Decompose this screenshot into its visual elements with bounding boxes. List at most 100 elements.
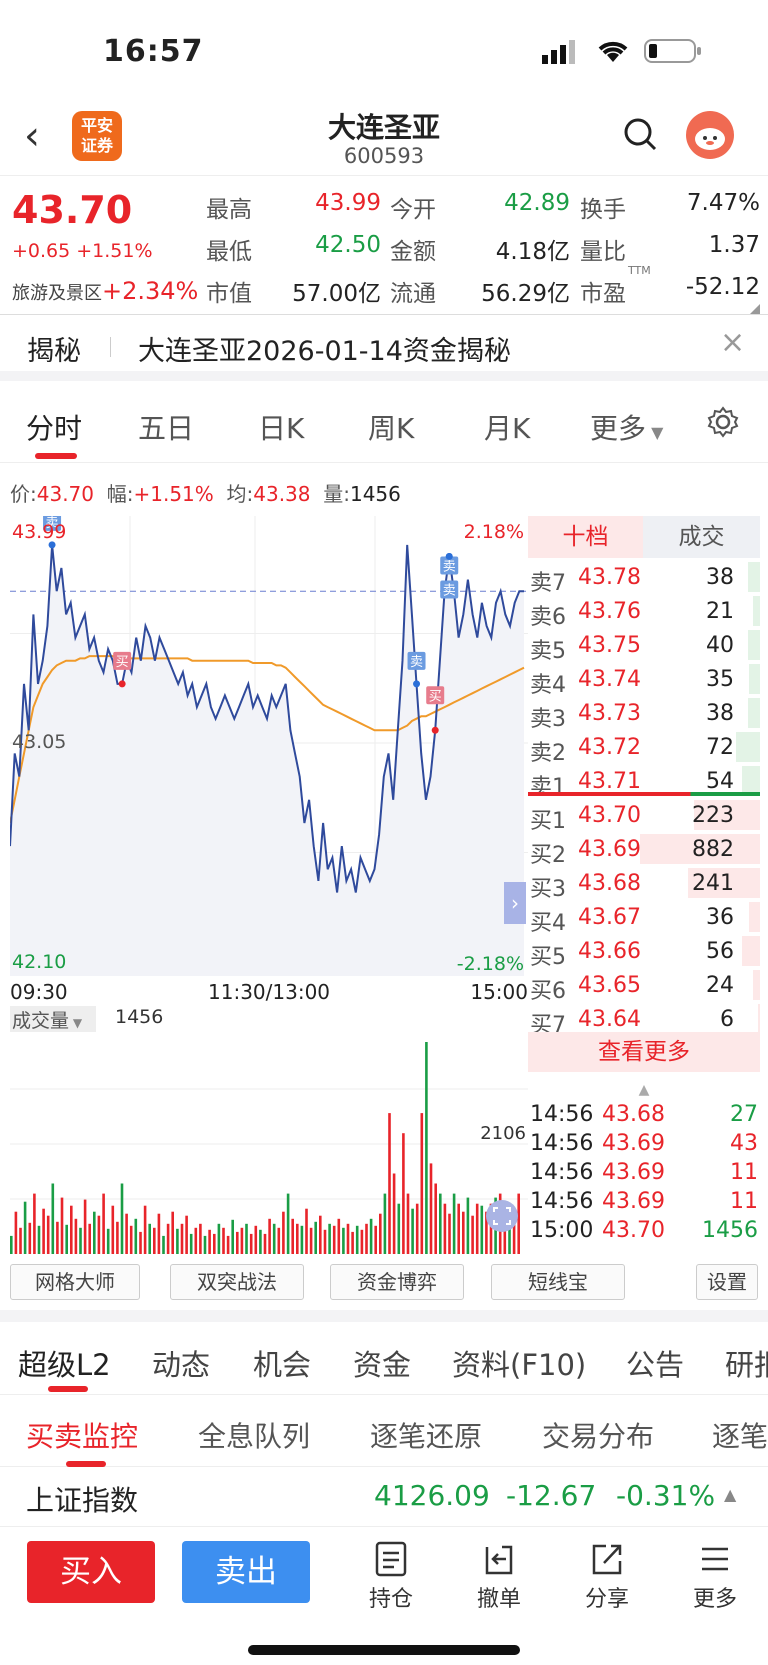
- ttm-label: TTM: [628, 264, 651, 277]
- tab-trade-monitor[interactable]: 买卖监控: [26, 1415, 138, 1455]
- quote-value: 43.99: [315, 190, 381, 216]
- quote-label: 换手: [580, 197, 626, 223]
- tab-more[interactable]: 更多 ▼: [590, 407, 663, 447]
- depth-bar: [736, 732, 760, 762]
- tab-daily-k[interactable]: 日K: [258, 407, 304, 447]
- trade-row: 14:56 43.69 11: [528, 1187, 760, 1216]
- bid-row[interactable]: 买2 43.69 882: [528, 832, 760, 868]
- tab-intraday[interactable]: 分时: [26, 407, 82, 447]
- volume-bar: [462, 1211, 465, 1254]
- ask-row[interactable]: 卖4 43.74 35: [528, 662, 760, 698]
- tab-underline: [48, 1386, 88, 1392]
- index-ticker[interactable]: 上证指数 4126.09 -12.67 -0.31% ▲: [0, 1467, 768, 1527]
- bid-row[interactable]: 买6 43.65 24: [528, 968, 760, 1004]
- intraday-chart[interactable]: 卖买 卖卖卖买43.9943.0542.102.18%-2.18%›: [10, 516, 528, 976]
- depth-bar: [752, 970, 760, 1000]
- tab-f10[interactable]: 资料(F10): [452, 1342, 586, 1384]
- view-more-button[interactable]: 查看更多: [528, 1032, 760, 1072]
- share-button[interactable]: 分享: [567, 1541, 647, 1613]
- ask-row[interactable]: 卖2 43.72 72: [528, 730, 760, 766]
- clock: 16:57: [103, 34, 204, 69]
- bid-row[interactable]: 买1 43.70 223: [528, 798, 760, 834]
- tab-tick[interactable]: 逐笔: [712, 1415, 768, 1455]
- volume-bar: [42, 1208, 45, 1254]
- short-line-button[interactable]: 短线宝: [491, 1264, 625, 1300]
- expand-panel-arrow[interactable]: ›: [504, 882, 526, 924]
- tab-monthly-k[interactable]: 月K: [484, 407, 530, 447]
- volume-bar: [272, 1223, 276, 1254]
- depth-bar: [757, 1004, 760, 1034]
- orderbook-tab-trades[interactable]: 成交: [643, 516, 760, 558]
- sector-info[interactable]: 旅游及景区+2.34%: [12, 277, 198, 305]
- settings-button[interactable]: 设置: [696, 1264, 758, 1300]
- quote-label: 金额: [390, 239, 436, 265]
- tab-opportunity[interactable]: 机会: [253, 1342, 311, 1384]
- tab-queue[interactable]: 全息队列: [198, 1415, 310, 1455]
- ask-row[interactable]: 卖7 43.78 38: [528, 560, 760, 596]
- tab-research[interactable]: 研报: [725, 1342, 768, 1384]
- orderbook-price: 43.69: [578, 837, 641, 862]
- search-icon[interactable]: [622, 116, 658, 152]
- double-breakout-button[interactable]: 双突战法: [170, 1264, 304, 1300]
- fund-game-button[interactable]: 资金博弈: [330, 1264, 464, 1300]
- cancel-order-button[interactable]: 撤单: [459, 1541, 539, 1613]
- tab-weekly-k[interactable]: 周K: [368, 407, 414, 447]
- bid-row[interactable]: 买3 43.68 241: [528, 866, 760, 902]
- sell-dot: [413, 680, 421, 688]
- ask-row[interactable]: 卖6 43.76 21: [528, 594, 760, 630]
- depth-bar: [748, 698, 760, 728]
- trade-price: 43.69: [602, 1160, 665, 1185]
- expand-icon[interactable]: ▲: [724, 1485, 736, 1504]
- volume-bar: [14, 1211, 18, 1254]
- reveal-text[interactable]: 大连圣亚2026-01-14资金揭秘: [138, 329, 511, 368]
- grid-master-button[interactable]: 网格大师: [10, 1264, 140, 1300]
- quote-summary[interactable]: 43.70 +0.65 +1.51% 旅游及景区+2.34% 最高 43.99 今开…: [0, 175, 768, 315]
- volume-bar: [166, 1223, 170, 1254]
- sell-button[interactable]: 卖出: [182, 1541, 310, 1603]
- level2-tabs: 买卖监控 全息队列 逐笔还原 交易分布 逐笔: [0, 1395, 768, 1467]
- funds-reveal-banner[interactable]: 揭秘 大连圣亚2026-01-14资金揭秘 ×: [0, 315, 768, 381]
- tab-funds[interactable]: 资金: [353, 1342, 411, 1384]
- bid-row[interactable]: 买5 43.66 56: [528, 934, 760, 970]
- bid-row[interactable]: 买7 43.64 6: [528, 1002, 760, 1038]
- tab-super-l2[interactable]: 超级L2: [18, 1342, 111, 1384]
- orderbook-label: 卖4: [530, 673, 566, 698]
- bid-row[interactable]: 买4 43.67 36: [528, 900, 760, 936]
- fullscreen-icon[interactable]: [486, 1200, 518, 1232]
- tab-five-day[interactable]: 五日: [138, 407, 194, 447]
- close-icon[interactable]: ×: [720, 325, 745, 360]
- menu-icon: [702, 1547, 728, 1571]
- volume-bar: [314, 1221, 317, 1254]
- orderbook-qty: 24: [706, 973, 734, 998]
- gear-icon[interactable]: [706, 405, 740, 439]
- tab-announcement[interactable]: 公告: [626, 1342, 684, 1384]
- mascot-icon: [695, 128, 725, 150]
- orderbook-tab-level10[interactable]: 十档: [528, 516, 643, 558]
- collapse-icon[interactable]: ▲: [528, 1082, 760, 1098]
- buy-button[interactable]: 买入: [27, 1541, 155, 1603]
- volume-bar: [245, 1223, 248, 1254]
- volume-bar: [28, 1222, 32, 1254]
- quote-label: 最高: [206, 197, 252, 223]
- volume-selector[interactable]: 成交量 ▼: [10, 1006, 96, 1032]
- holdings-button[interactable]: 持仓: [351, 1541, 431, 1613]
- volume-bar: [102, 1193, 105, 1254]
- dropdown-icon: ▼: [646, 423, 664, 442]
- tab-tick-replay[interactable]: 逐笔还原: [370, 1415, 482, 1455]
- volume-bar: [125, 1213, 128, 1254]
- orderbook-qty: 21: [706, 599, 734, 624]
- tab-trade-distribution[interactable]: 交易分布: [542, 1415, 654, 1455]
- orderbook-label: 买1: [530, 809, 566, 834]
- orderbook-label: 买4: [530, 911, 566, 936]
- tab-news[interactable]: 动态: [152, 1342, 210, 1384]
- volume-bar: [263, 1233, 267, 1254]
- detail-tabs: 超级L2 动态 机会 资金 资料(F10) 公告 研报: [0, 1322, 768, 1395]
- volume-bar: [33, 1193, 36, 1254]
- ask-row[interactable]: 卖3 43.73 38: [528, 696, 760, 732]
- ask-row[interactable]: 卖5 43.75 40: [528, 628, 760, 664]
- volume-bar: [162, 1235, 165, 1254]
- assistant-avatar[interactable]: [686, 111, 734, 159]
- orderbook-label: 买5: [530, 945, 566, 970]
- more-button[interactable]: 更多: [675, 1541, 755, 1613]
- depth-bar: [749, 902, 760, 932]
